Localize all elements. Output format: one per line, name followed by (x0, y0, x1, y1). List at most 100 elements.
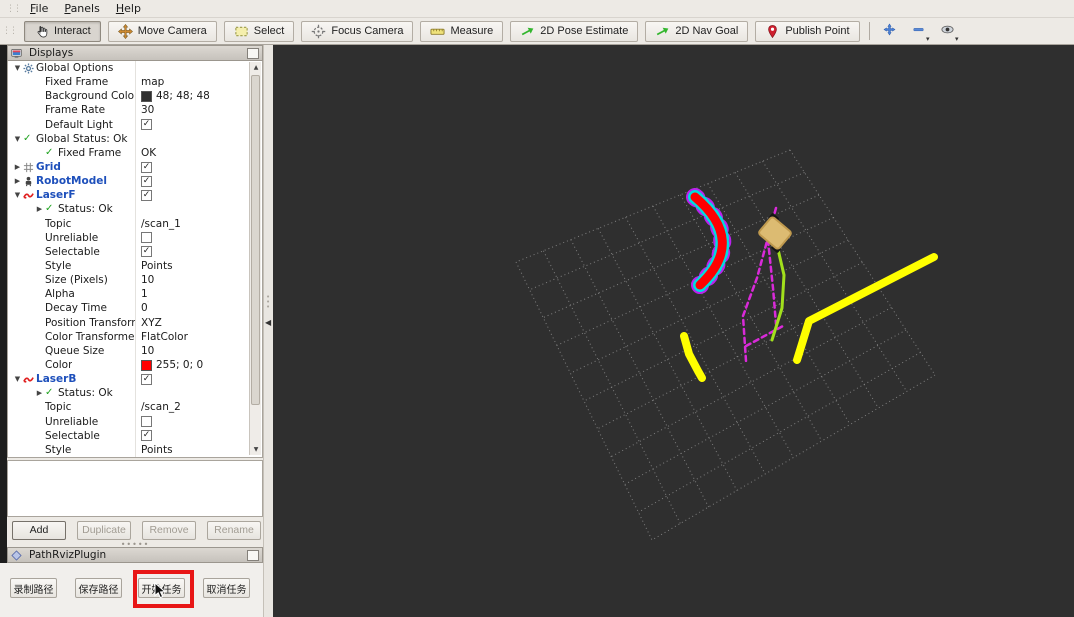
splitter-collapse-arrow[interactable]: ◀ (265, 318, 271, 327)
laser-icon (23, 374, 36, 385)
tree-row-alpha[interactable]: Alpha 1 (8, 287, 262, 302)
property-value[interactable]: FlatColor (136, 330, 262, 344)
property-value[interactable]: OK (136, 146, 262, 160)
add-button[interactable]: Add (12, 520, 66, 540)
property-value[interactable]: 255; 0; 0 (136, 358, 262, 372)
expand-open-icon[interactable]: ▼ (12, 188, 23, 202)
checkbox[interactable]: ✓ (141, 119, 152, 131)
plugin-float-button[interactable] (247, 549, 259, 561)
plugin-button-2[interactable]: 保存路径 (75, 578, 122, 598)
tree-row-global-status-ok[interactable]: ▼ ✓ Global Status: Ok (8, 131, 262, 146)
tree-row-style[interactable]: Style Points (8, 258, 262, 274)
tree-row-status-ok[interactable]: ▶ ✓ Status: Ok (8, 202, 262, 217)
tool-move-camera-button[interactable]: Move Camera (107, 20, 217, 42)
color-swatch[interactable] (141, 90, 152, 102)
scroll-down-icon[interactable]: ▼ (250, 444, 262, 455)
expand-closed-icon[interactable]: ▶ (34, 202, 45, 216)
displays-float-button[interactable] (247, 47, 259, 59)
tree-row-topic[interactable]: Topic/scan_2 (8, 400, 262, 415)
property-value[interactable]: /scan_2 (136, 400, 262, 414)
tool-interact-button[interactable]: Interact (24, 20, 101, 42)
property-label: Decay Time (45, 302, 108, 315)
tree-row-selectable[interactable]: Selectable ✓ (8, 428, 262, 443)
tree-row-laserb[interactable]: ▼ LaserB ✓ (8, 372, 262, 387)
property-label: Size (Pixels) (45, 274, 108, 287)
tree-row-frame-rate[interactable]: Frame Rate 30 (8, 103, 262, 118)
expand-closed-icon[interactable]: ▶ (12, 174, 23, 188)
checkbox[interactable]: ✓ (141, 373, 152, 385)
expand-closed-icon[interactable]: ▶ (34, 386, 45, 400)
checkbox[interactable] (141, 232, 152, 244)
tool-visibility-button[interactable]: ▾ (937, 21, 959, 43)
property-value[interactable]: 30 (136, 103, 262, 117)
tree-row-fixed-frame[interactable]: ✓ Fixed Frame OK (8, 145, 262, 160)
tree-row-color[interactable]: Color 255; 0; 0 (8, 357, 262, 373)
scroll-up-icon[interactable]: ▲ (250, 62, 262, 73)
menu-file[interactable]: File (23, 1, 55, 16)
tool-focus-camera-button[interactable]: Focus Camera (301, 20, 414, 42)
tool-measure-button[interactable]: Measure (420, 20, 504, 42)
tree-row-default-light[interactable]: Default Light ✓ (8, 117, 262, 132)
menu-panels[interactable]: Panels (57, 1, 106, 16)
plugin-button-4[interactable]: 取消任务 (203, 578, 250, 598)
grid-line (638, 352, 921, 513)
value-text: OK (141, 146, 157, 159)
color-swatch[interactable] (141, 359, 152, 371)
tree-scrollbar[interactable]: ▲ ▼ (249, 62, 261, 455)
tree-row-size-pixels[interactable]: Size (Pixels) 10 (8, 273, 262, 288)
tool-publish-point-button[interactable]: Publish Point (755, 20, 860, 42)
tree-row-laserf[interactable]: ▼ LaserF ✓ (8, 188, 262, 203)
scrollbar-thumb[interactable] (251, 75, 260, 405)
tree-row-grid[interactable]: ▶ Grid ✓ (8, 159, 262, 175)
expand-open-icon[interactable]: ▼ (12, 132, 23, 146)
tree-row-position-transformer[interactable]: Position Transformer XYZ (8, 315, 262, 330)
duplicate-button[interactable]: Duplicate (77, 520, 131, 540)
expand-open-icon[interactable]: ▼ (12, 61, 23, 75)
checkbox[interactable]: ✓ (141, 246, 152, 258)
property-value[interactable]: 0 (136, 301, 262, 315)
property-value[interactable]: Points (136, 443, 262, 457)
tree-row-topic[interactable]: Topic/scan_1 (8, 216, 262, 231)
checkbox[interactable] (141, 416, 152, 428)
tree-row-robotmodel[interactable]: ▶ RobotModel ✓ (8, 174, 262, 189)
expand-open-icon[interactable]: ▼ (12, 372, 23, 386)
tool-select-button[interactable]: Select (223, 20, 295, 42)
checkbox[interactable]: ✓ (141, 161, 152, 173)
checkbox[interactable]: ✓ (141, 175, 152, 187)
tree-row-fixed-frame[interactable]: Fixed Frame map (8, 75, 262, 90)
property-value[interactable]: /scan_1 (136, 217, 262, 231)
tool-2d-nav-goal-button[interactable]: 2D Nav Goal (645, 20, 749, 42)
property-value[interactable]: 1 (136, 287, 262, 301)
tree-row-background-color[interactable]: Background Color 48; 48; 48 (8, 89, 262, 104)
tree-row-status-ok[interactable]: ▶ ✓ Status: Ok (8, 386, 262, 401)
tree-row-style[interactable]: Style Points (8, 442, 262, 457)
property-value[interactable]: 10 (136, 344, 262, 358)
add-tool-button[interactable] (879, 21, 901, 42)
property-value[interactable]: Points (136, 259, 262, 273)
plugin-button-1[interactable]: 录制路径 (10, 578, 57, 598)
3d-viewport[interactable] (273, 45, 1074, 617)
menu-help[interactable]: Help (109, 1, 148, 16)
remove-tool-icon (911, 22, 926, 40)
tree-row-global-options[interactable]: ▼ Global Options (8, 61, 262, 76)
tree-row-queue-size[interactable]: Queue Size 10 (8, 343, 262, 358)
displays-tree[interactable]: ▼ Global Options Fixed Frame map Background … (7, 61, 263, 458)
tree-row-unreliable[interactable]: Unreliable (8, 414, 262, 429)
tree-row-color-transformer[interactable]: Color Transformer FlatColor (8, 329, 262, 344)
expand-closed-icon[interactable]: ▶ (12, 160, 23, 174)
checkbox[interactable]: ✓ (141, 189, 152, 201)
tool-2d-pose-estimate-button[interactable]: 2D Pose Estimate (510, 20, 639, 42)
property-value[interactable]: 48; 48; 48 (136, 89, 262, 103)
remove-button[interactable]: Remove (142, 520, 196, 540)
tree-row-selectable[interactable]: Selectable ✓ (8, 244, 262, 259)
remove-tool-button[interactable]: ▾ (908, 21, 930, 43)
property-label: Selectable (45, 429, 100, 442)
property-value[interactable]: 10 (136, 273, 262, 287)
tree-row-unreliable[interactable]: Unreliable (8, 230, 262, 245)
rename-button[interactable]: Rename (207, 520, 261, 540)
property-value[interactable]: XYZ (136, 316, 262, 330)
tree-row-decay-time[interactable]: Decay Time 0 (8, 301, 262, 316)
checkbox[interactable]: ✓ (141, 430, 152, 442)
property-value[interactable]: map (136, 75, 262, 89)
vertical-splitter[interactable]: • • • ◀ (263, 45, 273, 617)
